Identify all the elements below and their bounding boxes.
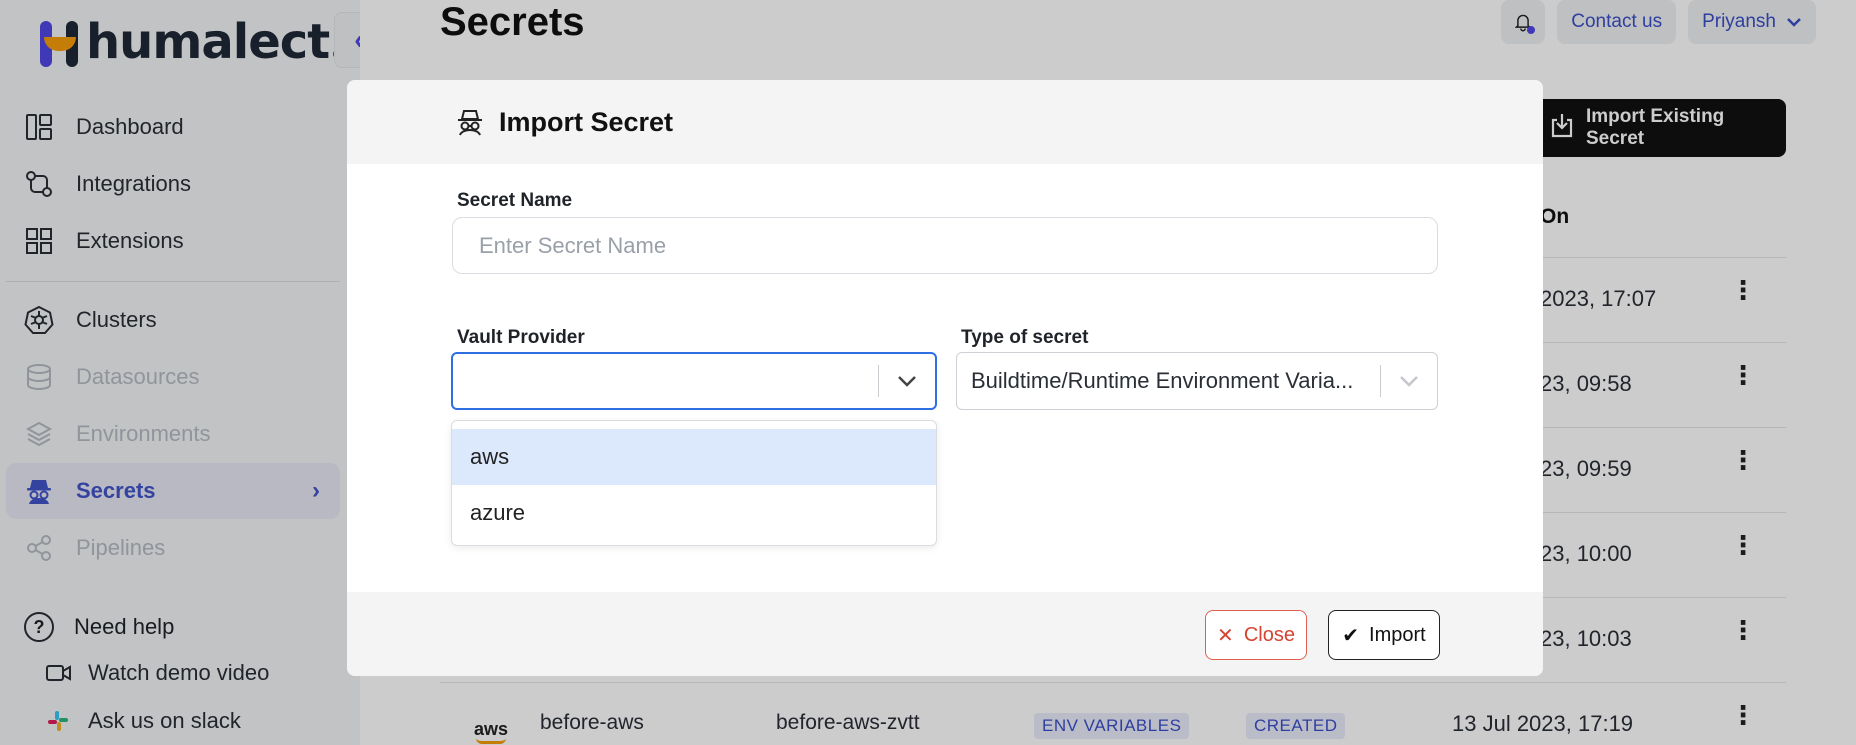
vault-provider-label: Vault Provider	[457, 327, 585, 348]
type-of-secret-select[interactable]: Buildtime/Runtime Environment Varia...	[956, 352, 1438, 410]
type-of-secret-label: Type of secret	[961, 327, 1089, 348]
chevron-down-icon[interactable]	[879, 375, 935, 387]
type-of-secret-value: Buildtime/Runtime Environment Varia...	[971, 368, 1354, 393]
import-secret-modal: Import Secret Secret Name Vault Provider…	[347, 80, 1543, 676]
secret-name-label: Secret Name	[457, 190, 573, 211]
close-button[interactable]: ✕ Close	[1205, 610, 1307, 660]
import-label: Import	[1369, 623, 1426, 646]
close-icon: ✕	[1217, 624, 1234, 647]
vault-provider-dropdown-menu: aws azure	[451, 420, 937, 546]
vault-option-azure[interactable]: azure	[452, 485, 936, 541]
vault-option-aws[interactable]: aws	[452, 429, 936, 485]
import-button[interactable]: ✔ Import	[1328, 610, 1440, 660]
vault-provider-select[interactable]	[451, 352, 937, 410]
checkmark-icon: ✔	[1342, 624, 1360, 647]
secret-name-input[interactable]	[452, 217, 1438, 274]
chevron-down-icon[interactable]	[1381, 375, 1437, 387]
spy-icon	[455, 107, 485, 137]
close-label: Close	[1243, 623, 1295, 646]
modal-title: Import Secret	[499, 106, 674, 137]
modal-header: Import Secret	[347, 80, 1543, 164]
